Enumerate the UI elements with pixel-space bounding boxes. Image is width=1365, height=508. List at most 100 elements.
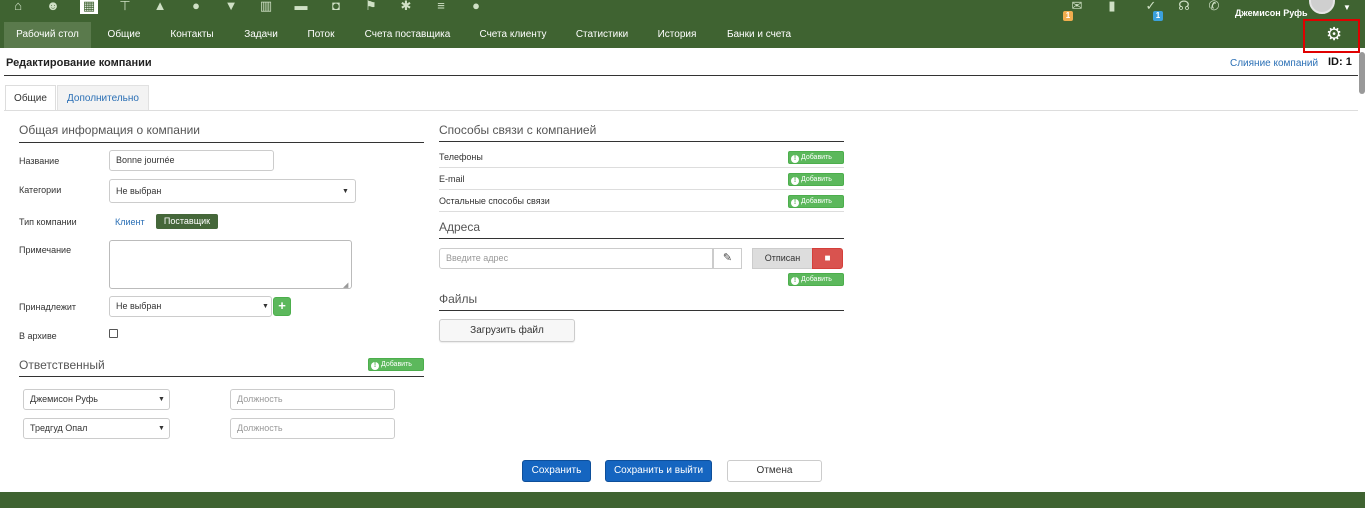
address-input[interactable]: Введите адрес: [439, 248, 713, 269]
plus-circle-icon: !: [791, 177, 799, 185]
belongs-label: Принадлежит: [19, 302, 77, 312]
headset-icon[interactable]: ☊: [1176, 0, 1192, 14]
note-label: Примечание: [19, 245, 72, 255]
footer-bar: [0, 492, 1365, 508]
add-other-contact-button[interactable]: ! Добавить: [788, 195, 844, 208]
avatar[interactable]: [1309, 0, 1335, 14]
responsible-position-input[interactable]: Должность: [230, 418, 395, 439]
add-email-button[interactable]: ! Добавить: [788, 173, 844, 186]
categories-select[interactable]: Не выбран: [109, 179, 356, 203]
list-icon[interactable]: ≡: [433, 0, 449, 14]
tab-additional[interactable]: Дополнительно: [57, 85, 149, 111]
info-icon[interactable]: ●: [468, 0, 484, 14]
add-email-label: Добавить: [801, 176, 832, 183]
add-owner-button[interactable]: +: [273, 297, 291, 316]
chevron-down-icon: ▼: [342, 188, 349, 195]
add-address-label: Добавить: [801, 276, 832, 283]
spy-icon[interactable]: ▬: [293, 0, 309, 14]
nav-item-general[interactable]: Общие: [98, 22, 150, 48]
type-supplier-chip[interactable]: Поставщик: [156, 214, 218, 229]
archive-label: В архиве: [19, 331, 57, 341]
nav-item-contacts[interactable]: Контакты: [161, 22, 223, 48]
book-icon[interactable]: ▮: [1104, 0, 1120, 14]
resize-handle-icon[interactable]: ◢: [343, 281, 348, 289]
bar-chart-icon[interactable]: ▥: [258, 0, 274, 14]
other-contacts-label: Остальные способы связи: [439, 196, 550, 206]
general-section-line: [19, 142, 424, 143]
cancel-button[interactable]: Отмена: [727, 460, 822, 482]
gear-icon[interactable]: ⚙: [1326, 25, 1342, 43]
calendar-icon[interactable]: ▦: [80, 0, 98, 14]
responsible-person-select[interactable]: Тредгуд Опал: [23, 418, 170, 439]
add-responsible-label: Добавить: [381, 361, 412, 368]
chevron-down-icon: ▼: [158, 425, 165, 432]
company-id: ID: 1: [1328, 56, 1352, 68]
belongs-select[interactable]: Не выбран: [109, 296, 272, 317]
edit-icon[interactable]: ✎: [713, 248, 742, 269]
add-responsible-button[interactable]: ! Добавить: [368, 358, 424, 371]
add-address-button[interactable]: ! Добавить: [788, 273, 844, 286]
money-bag-icon[interactable]: ◘: [328, 0, 344, 14]
save-button[interactable]: Сохранить: [522, 460, 591, 482]
flag-icon[interactable]: ⚑: [363, 0, 379, 14]
title-divider: [4, 75, 1358, 76]
add-phone-button[interactable]: ! Добавить: [788, 151, 844, 164]
type-client-link[interactable]: Клиент: [115, 217, 145, 227]
plus-circle-icon: !: [791, 155, 799, 163]
note-textarea[interactable]: [109, 240, 352, 289]
name-label: Название: [19, 156, 60, 166]
addresses-section-line: [439, 238, 844, 239]
nav-item-tasks[interactable]: Задачи: [234, 22, 288, 48]
files-section-line: [439, 310, 844, 311]
plus-circle-icon: !: [791, 277, 799, 285]
nav-item-banks[interactable]: Банки и счета: [717, 22, 801, 48]
tabs-divider: [4, 110, 1358, 111]
row-divider: [439, 211, 844, 212]
bell-icon[interactable]: ●: [188, 0, 204, 14]
scrollbar[interactable]: [1359, 52, 1365, 94]
mail-badge: 1: [1063, 11, 1073, 21]
name-field[interactable]: Bonne journée: [109, 150, 274, 171]
add-other-contact-label: Добавить: [801, 198, 832, 205]
company-type-label: Тип компании: [19, 217, 77, 227]
nav-item-history[interactable]: История: [648, 22, 706, 48]
top-icon-bar: ⌂ ☻ ▦ ⊤ ▲ ● ▼ ▥ ▬ ◘ ⚑ ✱ ≡ ● ✉ 1 ▮ ✓ 1 ☊ …: [0, 0, 1365, 22]
responsible-position-input[interactable]: Должность: [230, 389, 395, 410]
road-icon[interactable]: ▲: [152, 0, 168, 14]
chevron-down-icon: ▼: [158, 396, 165, 403]
nav-item-flow[interactable]: Поток: [298, 22, 344, 48]
row-divider: [439, 167, 844, 168]
trash-icon[interactable]: ■: [812, 248, 843, 269]
nav-item-statistics[interactable]: Статистики: [567, 22, 637, 48]
merge-companies-link[interactable]: Слияние компаний: [1230, 58, 1318, 69]
chevron-down-icon: ▼: [262, 303, 269, 310]
plus-circle-icon: !: [791, 199, 799, 207]
user-plus-icon[interactable]: ☻: [45, 0, 61, 14]
addresses-section-title: Адреса: [439, 220, 481, 234]
general-section-title: Общая информация о компании: [19, 123, 200, 137]
contacts-section-title: Способы связи с компанией: [439, 123, 597, 137]
phones-label: Телефоны: [439, 152, 483, 162]
tasks-badge: 1: [1153, 11, 1163, 21]
address-status-button[interactable]: Отписан: [752, 248, 813, 269]
filter-icon[interactable]: ▼: [223, 0, 239, 14]
nav-item-dashboard[interactable]: Рабочий стол: [4, 22, 91, 48]
save-and-exit-button[interactable]: Сохранить и выйти: [605, 460, 712, 482]
archive-checkbox[interactable]: [109, 329, 118, 338]
files-section-title: Файлы: [439, 292, 478, 306]
upload-file-button[interactable]: Загрузить файл: [439, 319, 575, 342]
phone-icon[interactable]: ✆: [1206, 0, 1222, 14]
email-label: E-mail: [439, 174, 465, 184]
nav-item-client-invoices[interactable]: Счета клиенту: [470, 22, 556, 48]
responsible-person-select[interactable]: Джемисон Руфь: [23, 389, 170, 410]
row-divider: [439, 189, 844, 190]
categories-label: Категории: [19, 185, 62, 195]
user-name[interactable]: Джемисон Руфь: [1235, 8, 1308, 18]
home-icon[interactable]: ⌂: [10, 0, 26, 14]
sitemap-icon[interactable]: ⊤: [117, 0, 133, 14]
cogs-icon[interactable]: ✱: [398, 0, 414, 14]
nav-item-supplier-invoices[interactable]: Счета поставщика: [356, 22, 459, 48]
user-menu-caret-icon[interactable]: ▼: [1343, 3, 1351, 12]
page-title: Редактирование компании: [6, 57, 152, 69]
tab-general[interactable]: Общие: [5, 85, 56, 111]
